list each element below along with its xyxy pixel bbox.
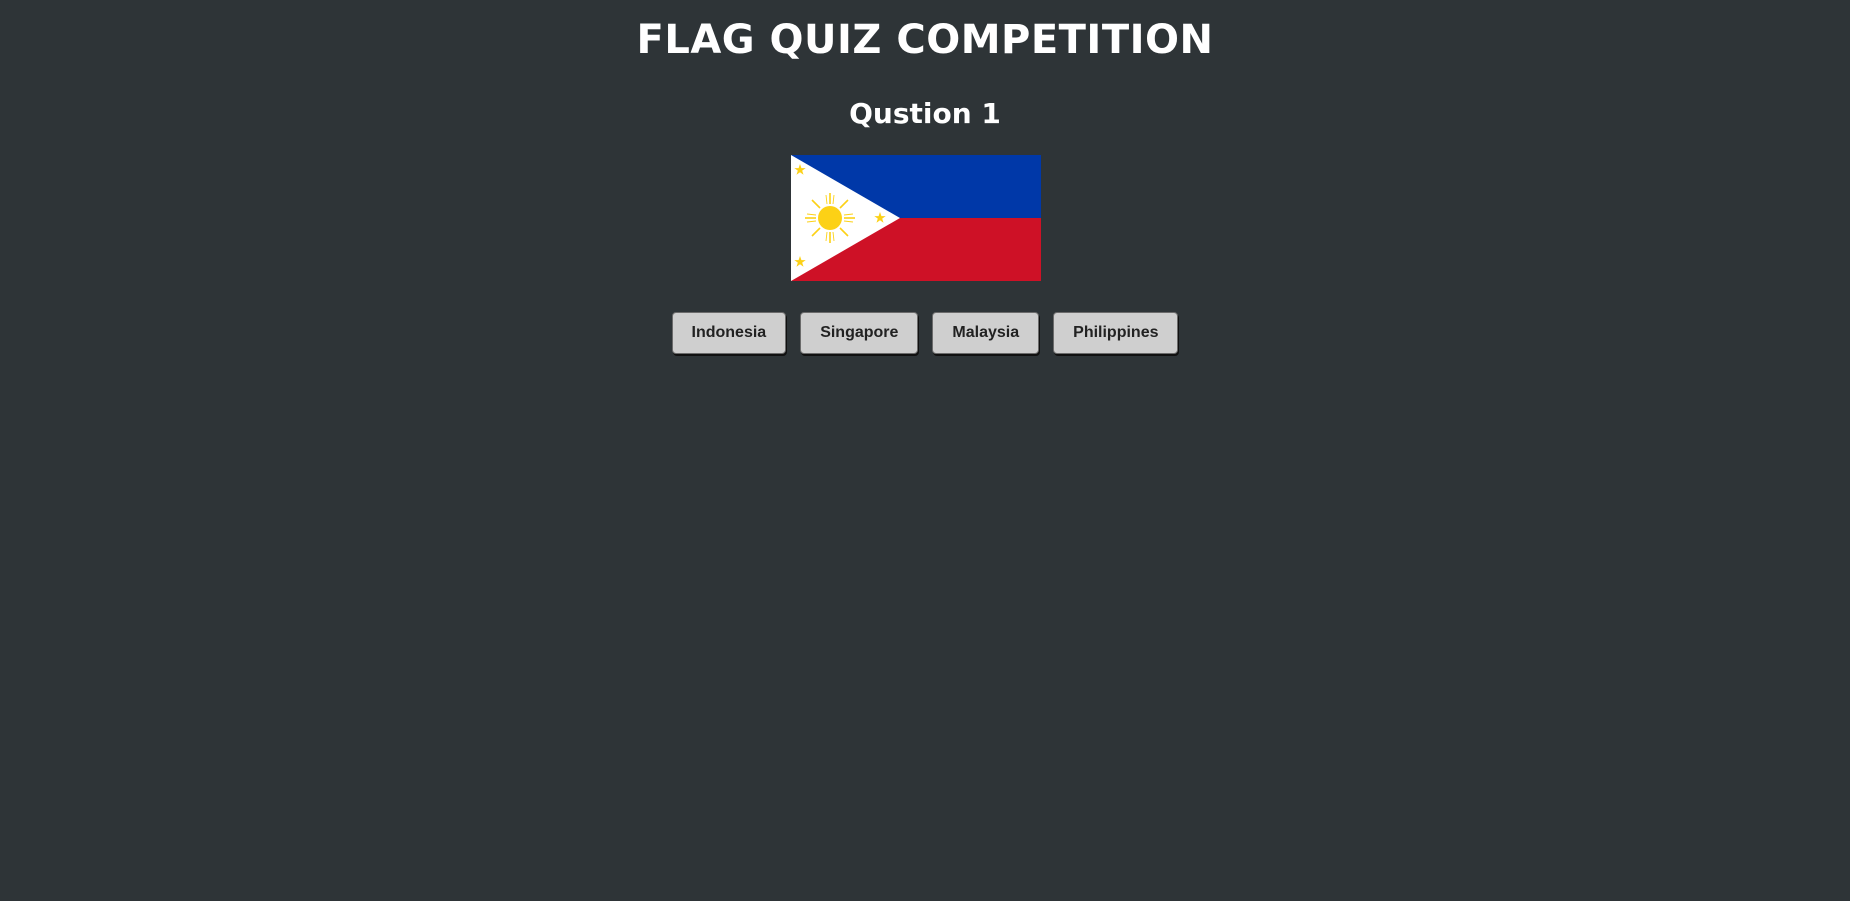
option-singapore-button[interactable]: Singapore [800,312,919,354]
question-label: Qustion 1 [849,97,1001,130]
philippines-flag-icon [791,155,1041,281]
option-philippines-button[interactable]: Philippines [1053,312,1179,354]
sun-icon [805,193,855,243]
answer-options: Indonesia Singapore Malaysia Philippines [0,312,1850,354]
page-title: FLAG QUIZ COMPETITION [636,17,1214,63]
option-malaysia-button[interactable]: Malaysia [932,312,1040,354]
option-indonesia-button[interactable]: Indonesia [671,312,787,354]
